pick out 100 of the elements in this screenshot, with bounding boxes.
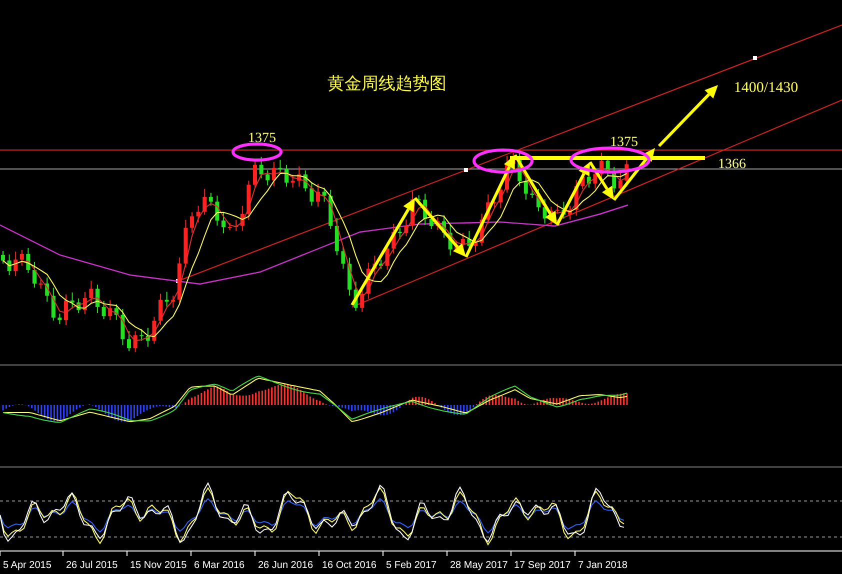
candlestick (290, 174, 295, 188)
candlestick (20, 250, 24, 266)
chart-title: 黄金周线趋势图 (328, 74, 446, 94)
candlestick (146, 327, 150, 348)
candlestick (266, 170, 270, 186)
candlestick (354, 281, 358, 312)
candlestick (542, 198, 547, 224)
candlestick (568, 205, 572, 220)
candlestick (76, 298, 81, 314)
axis-date-label: 5 Feb 2017 (386, 560, 437, 571)
candlestick (140, 328, 144, 342)
candlestick (82, 292, 87, 315)
candlestick (215, 195, 220, 226)
candlestick (366, 262, 370, 300)
trend-arrow (658, 85, 718, 148)
candlestick (208, 192, 213, 206)
candlestick (360, 289, 364, 312)
price-label: 1375 (610, 135, 638, 150)
candlestick (423, 193, 428, 226)
axis-date-label: 17 Sep 2017 (514, 560, 571, 571)
candlestick (89, 280, 94, 304)
candlestick (26, 248, 30, 274)
candlestick (316, 183, 320, 208)
candlestick (171, 295, 176, 308)
candlestick (58, 313, 62, 325)
candlestick (303, 170, 308, 192)
axis-date-label: 15 Nov 2015 (130, 560, 187, 571)
candlestick (259, 156, 264, 179)
target-label: 1400/1430 (734, 80, 798, 96)
candlestick (177, 256, 182, 304)
candlestick (392, 223, 396, 254)
candlestick (429, 210, 434, 230)
candlestick (341, 246, 346, 270)
candlestick (562, 201, 566, 220)
candlestick (436, 216, 440, 231)
candlestick (133, 330, 138, 353)
candlestick (474, 238, 478, 252)
candlestick (7, 254, 12, 276)
axis-date-label: 7 Jan 2018 (578, 560, 628, 571)
candlestick (492, 198, 496, 208)
candlestick (398, 227, 402, 240)
candlestick (14, 251, 18, 277)
candlestick (612, 166, 616, 193)
candlestick (310, 182, 314, 206)
candlestick (372, 255, 377, 276)
candlestick (45, 277, 50, 302)
candlestick (486, 194, 490, 224)
candlestick (202, 188, 207, 216)
candlestick (284, 164, 288, 188)
candlestick (108, 300, 112, 321)
axis-date-label: 16 Oct 2016 (322, 560, 376, 571)
candlestick (127, 330, 131, 352)
candlestick (348, 257, 352, 296)
candlestick (32, 261, 36, 288)
candlestick (530, 189, 534, 198)
candlestick (190, 212, 194, 234)
candlestick (228, 222, 232, 231)
candlestick (64, 294, 68, 326)
candlestick (600, 152, 604, 181)
candlestick (120, 308, 125, 346)
highlight-ellipse (232, 142, 282, 162)
candlestick (448, 224, 452, 256)
candlestick (1, 250, 5, 264)
price-label: 1375 (248, 131, 276, 146)
candlestick (624, 160, 629, 188)
candlestick (234, 219, 238, 232)
candlestick (240, 205, 244, 232)
candlestick (555, 203, 560, 214)
candlestick (102, 300, 106, 320)
candlestick (379, 259, 383, 270)
axis-date-label: 26 Jun 2016 (258, 560, 314, 571)
candlestick (114, 304, 118, 320)
axis-date-label: 26 Jul 2015 (66, 560, 118, 571)
candlestick (480, 213, 484, 246)
candlestick (334, 217, 339, 256)
candlestick (38, 279, 43, 290)
anchor-point-marker (753, 56, 757, 60)
candlestick (96, 284, 100, 314)
candlestick (322, 187, 326, 202)
axis-date-label: 5 Apr 2015 (3, 560, 52, 571)
axis-date-label: 28 May 2017 (450, 560, 508, 571)
highlight-ellipse (472, 148, 534, 174)
candlestick (70, 292, 74, 309)
level-label: 1366 (718, 157, 746, 172)
candlestick (152, 316, 156, 344)
candlestick (246, 180, 251, 220)
anchor-point-marker (464, 168, 468, 172)
candlestick (164, 291, 169, 308)
candlestick (574, 180, 578, 216)
candlestick (536, 188, 540, 212)
candlestick (222, 212, 226, 234)
candlestick (297, 166, 302, 188)
candlestick (404, 219, 408, 237)
candlestick (278, 159, 282, 173)
axis-date-label: 6 Mar 2016 (194, 560, 245, 571)
candlestick (442, 214, 446, 238)
candlestick (184, 219, 188, 268)
candlestick (158, 293, 162, 326)
candlestick (51, 287, 56, 322)
candlestick (272, 161, 276, 187)
